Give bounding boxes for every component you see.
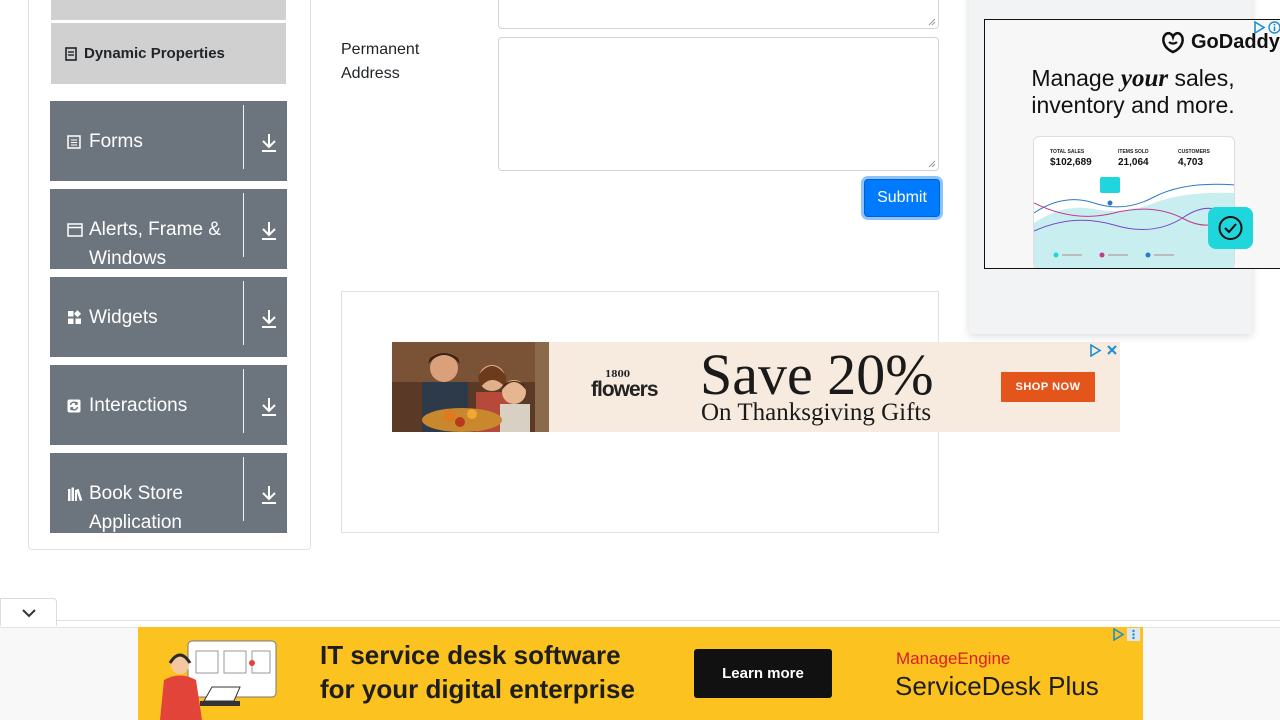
download-icon[interactable] [258,130,280,154]
servicedesk-ad[interactable]: IT service desk software for your digita… [138,627,1143,720]
family-photo [392,342,549,432]
sidebar-group-label: Interactions [89,395,188,416]
sidebar-group-forms[interactable]: Forms [50,101,287,181]
sidebar-group-interactions[interactable]: Interactions [50,365,287,445]
flowers-subline: On Thanksgiving Gifts [701,399,932,426]
godaddy-ad[interactable]: GoDaddy Manage your sales, inventory and… [984,19,1280,269]
flowers-ad[interactable]: 1800 flowers Save 20% On Thanksgiving Gi… [392,342,1120,432]
download-icon[interactable] [258,306,280,330]
collapse-ad-button[interactable] [0,598,57,626]
info-icon[interactable] [1268,21,1280,34]
chevron-down-icon [21,608,36,617]
sync-icon [1208,207,1253,249]
widgets-icon [67,303,89,332]
sidebar-group-label: Widgets [89,307,158,328]
resize-grip-icon[interactable] [928,160,936,168]
servicedesk-headline: IT service desk software [320,640,621,670]
book-icon [67,479,89,508]
sidebar-subitem-label: Dynamic Properties [84,45,225,62]
adchoices-icon[interactable] [1112,628,1125,641]
download-icon[interactable] [258,218,280,242]
close-icon[interactable] [1106,344,1118,356]
page: Dynamic Properties Forms Alerts, Frame &… [0,0,1280,720]
godaddy-headline: Manage your sales, [1031,65,1235,92]
sidebar-group-label: Book Store Application [89,483,183,533]
submit-button[interactable]: Submit [864,179,940,217]
sidebar-group-widgets[interactable]: Widgets [50,277,287,357]
download-icon[interactable] [258,394,280,418]
divider [0,620,1280,621]
resize-grip-icon[interactable] [928,18,936,26]
window-icon [67,215,89,244]
servicedesk-plus-logo: ServiceDesk Plus [895,671,1099,701]
godaddy-icon [1162,31,1184,54]
flowers-logo: 1800 flowers [591,370,659,401]
godaddy-headline-line2: inventory and more. [1031,92,1235,118]
ad-menu-icon[interactable] [1127,628,1140,641]
form-icon [67,127,89,156]
sales-graph [1034,177,1234,268]
sidebar-group-label: Forms [89,131,143,152]
stat-customers: CUSTOMERS 4,703 [1178,149,1210,168]
adchoices-icon[interactable] [1089,344,1102,357]
sidebar-group-label: Alerts, Frame & Windows [89,219,221,269]
stat-items-sold: ITEMS SOLD 21,064 [1118,149,1149,168]
permanent-address-field[interactable] [498,37,939,171]
support-agent-illustration [160,640,277,720]
interactions-icon [67,391,89,420]
servicedesk-headline-line2: for your digital enterprise [320,674,635,704]
adchoices-icon[interactable] [1253,21,1266,34]
manageengine-logo: ManageEngine [896,649,1011,668]
dashboard-card: TOTAL SALES $102,689 ITEMS SOLD 21,064 CUS… [1033,136,1235,268]
sidebar-group-alerts-frame-windows[interactable]: Alerts, Frame & Windows [50,189,287,269]
sidebar-subitem-dynamic-properties[interactable]: Dynamic Properties [51,23,286,84]
stat-total-sales: TOTAL SALES $102,689 [1050,149,1092,168]
shop-now-button[interactable]: SHOP NOW [1001,372,1095,402]
download-icon[interactable] [258,482,280,506]
sidebar-subitem-previous[interactable] [51,0,286,20]
permanent-address-label: Permanent Address [341,41,420,82]
current-address-field[interactable] [498,0,939,29]
sidebar-group-book-store[interactable]: Book Store Application [50,453,287,533]
learn-more-button[interactable]: Learn more [694,649,832,698]
doc-icon [65,46,77,61]
